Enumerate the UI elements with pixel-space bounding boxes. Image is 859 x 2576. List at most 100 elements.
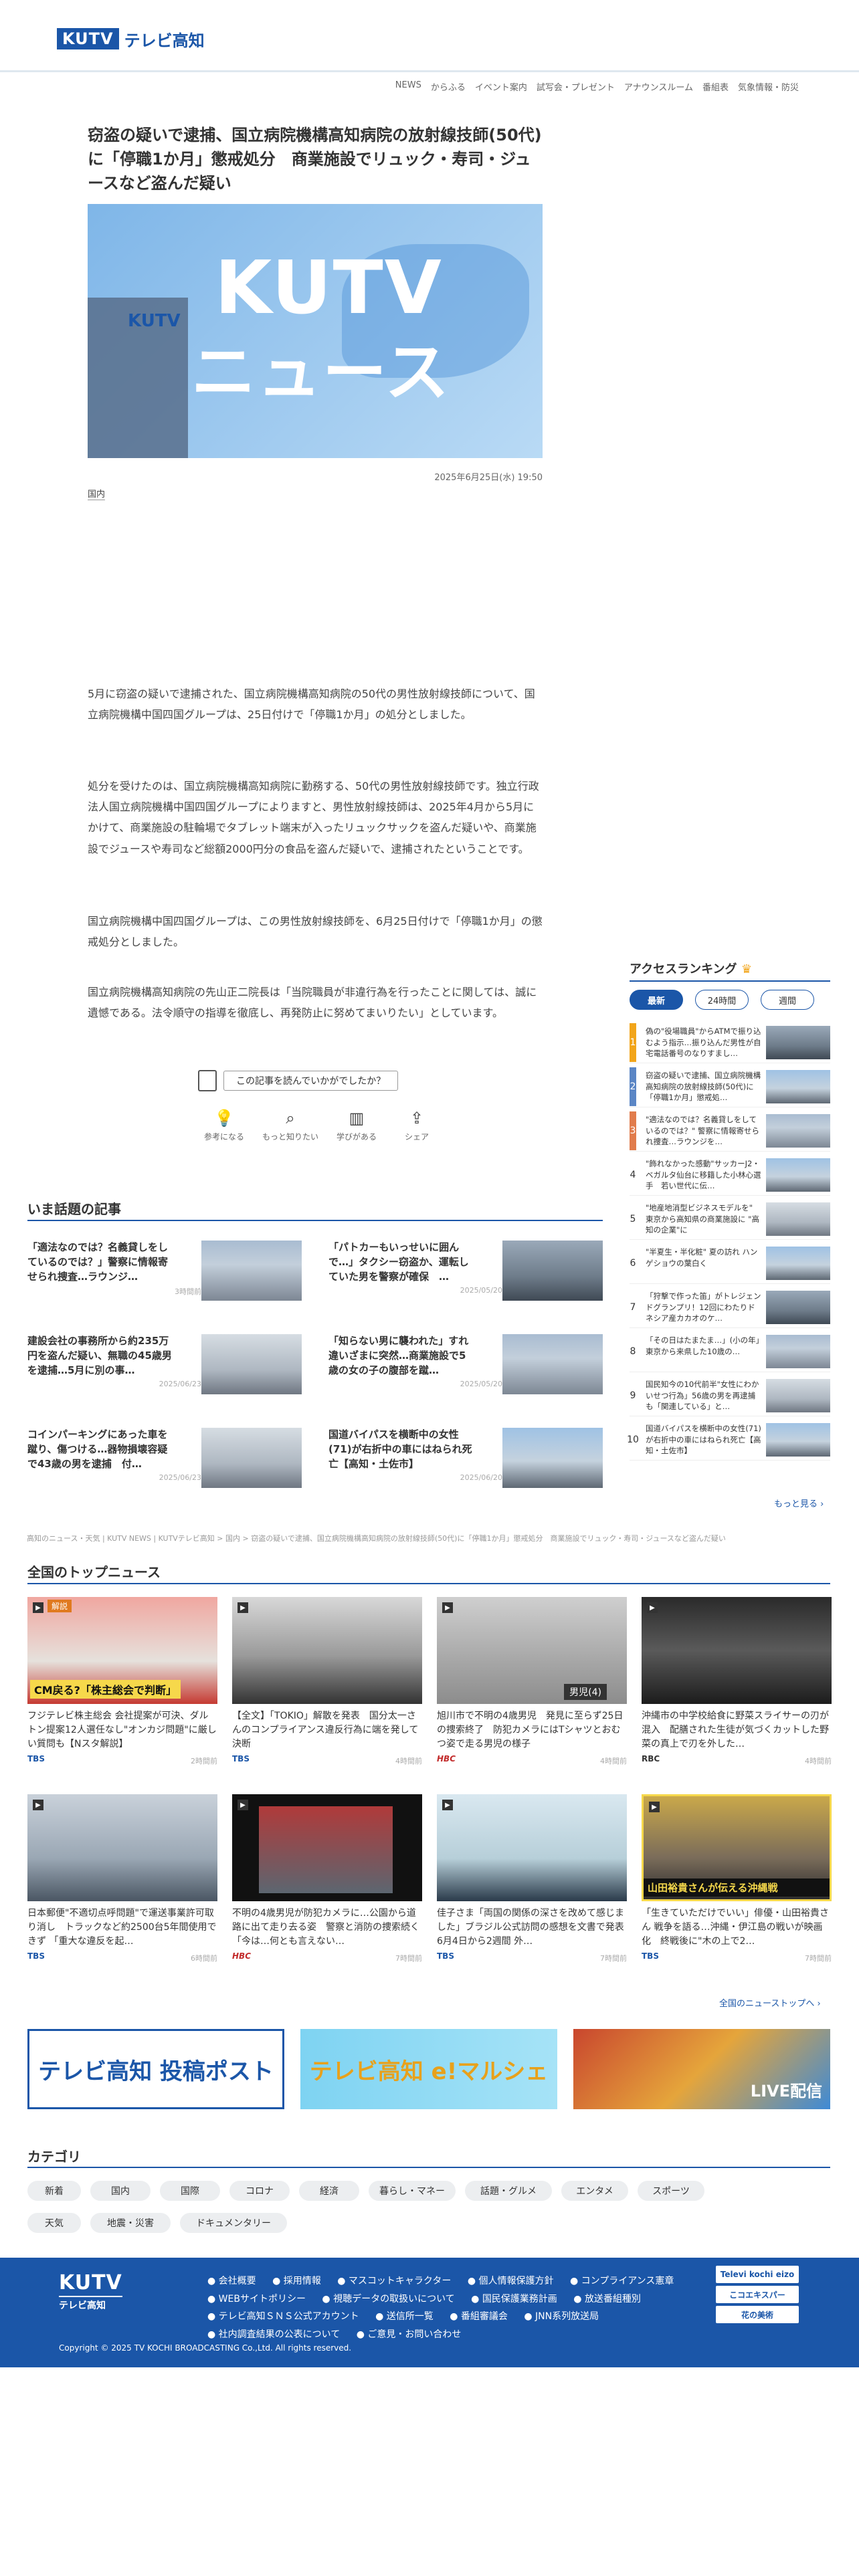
ranking-item[interactable]: 4 "飾れなかった感動"サッカーJ2・ベガルタ仙台に移籍した小林心選手 若い世代に… [630,1156,830,1196]
page: KUTV テレビ高知 NEWS からふる イベント案内 試写会・プレゼント アナ… [0,0,859,2576]
reaction-share[interactable]: ⇪ シェア [387,1109,447,1142]
trending-item-title: 国道バイパスを横断中の女性(71)が右折中の車にはねられ死亡【高知・土佐市】 [328,1428,472,1470]
site-footer: KUTV テレビ高知 ● 会社概要 ● 採用情報 ● マスコットキャラクター ●… [0,2258,859,2367]
news-card[interactable]: ▶ 佳子さま「両国の関係の深さを改めて感じました」ブラジル公式訪問の感想を文書で… [437,1794,627,1975]
category-chip[interactable]: 天気 [27,2213,81,2233]
footer-badge[interactable]: 花の美術 [716,2306,799,2323]
breadcrumb[interactable]: 高知のニュース・天気 | KUTV NEWS | KUTVテレビ高知 > 国内 … [27,1533,830,1543]
thumbnail-caption: 山田裕貴さんが伝える沖縄戦 [644,1879,830,1897]
nav-item-weather[interactable]: 気象情報・防災 [738,80,799,93]
ranking-item[interactable]: 6 "半夏生・半化粧" 夏の訪れ ハンゲショウの葉白く [630,1244,830,1284]
news-thumbnail: ▶ [437,1794,627,1901]
trending-item-date: 2025/05/20 [460,1286,502,1295]
news-source: TBS [437,1951,454,1961]
ranking-item[interactable]: 9 国民知今の10代前半"女性にわかいせつ行為」56歳の男を再逮捕も「関連している… [630,1376,830,1416]
footer-link[interactable]: ● ご意見・お問い合わせ [357,2329,468,2340]
ranking-item-title: "適法なのでは？名義貸しをしているのでは？" 警察に情報寄せられ捜査…ラウンジを… [646,1115,759,1147]
ranking-item-thumbnail [766,1247,830,1280]
news-card[interactable]: ▶ 日本郵便"不適切点呼問題"で運送事業許可取り消し トラックなど約2500台5… [27,1794,217,1975]
reaction-label: もっと知りたい [262,1132,318,1142]
category-chip[interactable]: 国際 [160,2181,220,2201]
footer-link[interactable]: ● 視聴データの取扱いについて [322,2294,461,2304]
trending-item[interactable]: 建設会社の事務所から約235万円を盗んだ疑い、無職の45歳男を逮捕…5月に別の事… [27,1334,302,1398]
trending-item[interactable]: 「適法なのでは？名義貸しをしているのでは？」警察に情報寄せられ捜査…ラウンジ… … [27,1241,302,1304]
site-logo[interactable]: KUTV テレビ高知 [57,27,205,51]
video-play-icon: ▶ [649,1802,660,1812]
ranking-item[interactable]: 3 "適法なのでは？名義貸しをしているのでは？" 警察に情報寄せられ捜査…ラウンジ… [630,1111,830,1152]
footer-badge[interactable]: Televi kochi eizo [716,2266,799,2283]
nav-item-presents[interactable]: 試写会・プレゼント [537,80,615,93]
ranking-item[interactable]: 7 「狩撃で作った笛」がトレジェンドグランプリ！12回にわたりドネシア産カカオのケ… [630,1288,830,1328]
category-chip[interactable]: 経済 [299,2181,359,2201]
category-chip[interactable]: 新着 [27,2181,81,2201]
footer-link[interactable]: ● 番組審議会 [450,2311,514,2322]
footer-link[interactable]: ● JNN系列放送局 [524,2311,605,2322]
footer-link[interactable]: ● 放送番組種別 [573,2294,648,2304]
trending-item[interactable]: 「パトカーもいっせいに囲んで…」タクシー窃盗か、運転していた男を警察が確保 … … [328,1241,603,1304]
footer-link[interactable]: ● マスコットキャラクター [337,2276,458,2286]
top-news-more-link[interactable]: 全国のニューストップへ › [719,1996,821,2009]
nav-item-program-guide[interactable]: 番組表 [702,80,729,93]
news-title: 不明の4歳男児が防犯カメラに…公園から道路に出て走り去る姿 警察と消防の捜索続く… [232,1908,419,1947]
category-chip[interactable]: 地震・災害 [90,2213,171,2233]
document-check-icon [198,1070,217,1091]
ranking-item[interactable]: 5 "地産地消型ビジネスモデルを" 東京から高知県の商業施設に "高知の企業"に [630,1200,830,1240]
footer-link[interactable]: ● コンプライアンス憲章 [570,2276,680,2286]
news-thumbnail: ▶ 解説 CM戻る?「株主総会で判断」 [27,1597,217,1704]
news-card[interactable]: ▶ 沖縄市の中学校給食に野菜スライサーの刃が混入 配膳された生徒が気づくカットし… [642,1597,832,1778]
ranking-more-link[interactable]: もっと見る › [774,1497,824,1509]
category-chip[interactable]: 話題・グルメ [465,2181,552,2201]
trending-item[interactable]: 国道バイパスを横断中の女性(71)が右折中の車にはねられ死亡【高知・土佐市】 2… [328,1428,603,1491]
banner-marche[interactable]: テレビ高知 e!マルシェ [300,2029,557,2109]
reaction-label: 参考になる [203,1132,244,1142]
news-card[interactable]: ▶ 不明の4歳男児が防犯カメラに…公園から道路に出て走り去る姿 警察と消防の捜索… [232,1794,422,1975]
nav-item-events[interactable]: イベント案内 [475,80,527,93]
trending-item-thumbnail [201,1241,302,1301]
footer-link[interactable]: ● 社内調査結果の公表について [207,2329,347,2340]
logo-text: テレビ高知 [124,31,205,50]
article-date: 2025年6月25日(水) 19:50 [434,473,543,483]
footer-link[interactable]: ● 送信所一覧 [375,2311,440,2322]
reaction-learning[interactable]: ▥ 学びがある [326,1109,387,1142]
trending-item[interactable]: コインパーキングにあった車を蹴り、傷つける…器物損壊容疑で43歳の男を逮捕 付…… [27,1428,302,1491]
category-chip[interactable]: 暮らし・マネー [369,2181,456,2201]
nav-item-news[interactable]: NEWS [395,80,421,93]
news-card[interactable]: ▶ 【全文】「TOKIO」解散を発表 国分太一さんのコンプライアンス違反行為に端… [232,1597,422,1778]
video-play-icon: ▶ [442,1602,453,1613]
category-chip[interactable]: スポーツ [638,2181,704,2201]
banner-live[interactable]: LIVE配信 [573,2029,830,2109]
article-category[interactable]: 国内 [88,487,106,500]
ranking-tab-24h[interactable]: 24時間 [695,990,749,1010]
news-card[interactable]: ▶ 男児(4) 旭川市で不明の4歳男児 発見に至らず25日の捜索終了 防犯カメラ… [437,1597,627,1778]
ranking-tab-latest[interactable]: 最新 [630,990,683,1010]
rank-number: 1 [630,1023,636,1062]
nav-item-colorful[interactable]: からふる [431,80,466,93]
footer-link[interactable]: ● 個人情報保護方針 [468,2276,561,2286]
rank-number: 3 [630,1111,636,1150]
reaction-helpful[interactable]: 💡 参考になる [194,1109,254,1142]
ranking-item[interactable]: 10 国道バイパスを横断中の女性(71)が右折中の車にはねられ死亡【高知・土佐市】 [627,1420,830,1461]
category-chip[interactable]: ドキュメンタリー [180,2213,287,2233]
news-card[interactable]: ▶ 山田裕貴さんが伝える沖縄戦 「生きていただけでいい」俳優・山田裕貴さん 戦争… [642,1794,832,1975]
ranking-item[interactable]: 1 偽の"役場職員"からATMで振り込むよう指示…振り込んだ男性が自宅電話番号のな… [630,1023,830,1063]
reaction-want-more[interactable]: ⌕ もっと知りたい [260,1109,320,1142]
ranking-tab-weekly[interactable]: 週間 [761,990,814,1010]
footer-link[interactable]: ● 採用情報 [272,2276,328,2286]
footer-link[interactable]: ● WEBサイトポリシー [207,2294,312,2304]
category-chip[interactable]: 国内 [90,2181,151,2201]
footer-logo[interactable]: KUTV テレビ高知 [59,2271,122,2312]
category-chip[interactable]: エンタメ [561,2181,628,2201]
footer-link[interactable]: ● テレビ高知ＳＮＳ公式アカウント [207,2311,366,2322]
nav-item-announcers[interactable]: アナウンスルーム [624,80,693,93]
category-chip[interactable]: コロナ [229,2181,290,2201]
footer-badge[interactable]: こコエキスパー [716,2286,799,2303]
news-card[interactable]: ▶ 解説 CM戻る?「株主総会で判断」 フジテレビ株主総会 会社提案が可決、ダル… [27,1597,217,1778]
feedback-button[interactable]: この記事を読んでいかがでしたか？ [223,1071,399,1091]
trending-item[interactable]: 「知らない男に襲われた」すれ違いざまに突然…商業施設で5歳の女の子の腹部を蹴… … [328,1334,603,1398]
footer-link[interactable]: ● 会社概要 [207,2276,263,2286]
ranking-item[interactable]: 8 「その日はたまたま…」(小の年」東京から来県した10歳の… [630,1332,830,1372]
banner-post[interactable]: テレビ高知 投稿ポスト [27,2029,284,2109]
footer-link[interactable]: ● 国民保護業務計画 [471,2294,564,2304]
ranking-item-thumbnail [766,1423,830,1457]
ranking-item[interactable]: 2 窃盗の疑いで逮捕、国立病院機構高知病院の放射線技師(50代)に「停職1か月」懲… [630,1067,830,1107]
